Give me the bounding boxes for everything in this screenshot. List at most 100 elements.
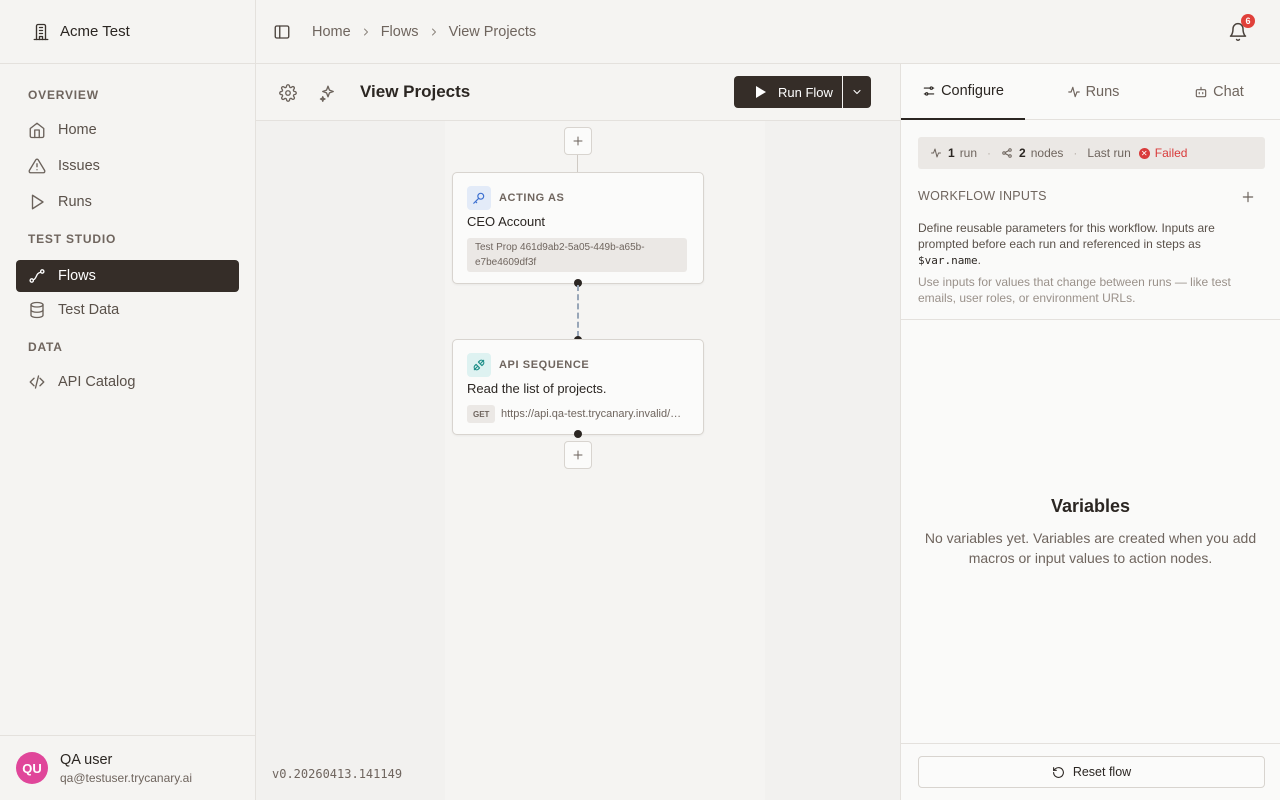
- connector-line: [577, 155, 578, 172]
- panel-footer: Reset flow: [901, 743, 1280, 800]
- sidebar-item-runs[interactable]: Runs: [16, 186, 239, 218]
- sidebar: Acme Test OVERVIEW Home Issues Runs TEST…: [0, 0, 256, 800]
- workflow-inputs-description: Define reusable parameters for this work…: [918, 220, 1238, 269]
- tab-label: Runs: [1085, 84, 1120, 100]
- runs-count: 1: [948, 146, 955, 160]
- reset-flow-button[interactable]: Reset flow: [918, 756, 1265, 788]
- flow-canvas[interactable]: ACTING AS CEO Account Test Prop 461d9ab2…: [256, 121, 900, 800]
- building-icon: [33, 23, 49, 40]
- flow-header: View Projects Run Flow: [256, 64, 900, 121]
- add-node-bottom-button[interactable]: [564, 441, 592, 469]
- sidebar-item-label: Runs: [58, 194, 92, 210]
- play-icon: [756, 86, 766, 98]
- http-method-badge: GET: [467, 405, 496, 423]
- description-suffix: .: [977, 253, 981, 267]
- sidebar-item-label: Test Data: [58, 302, 120, 318]
- top-bar: Home Flows View Projects 6: [256, 0, 1280, 64]
- nodes-label: nodes: [1030, 146, 1064, 160]
- runs-label: run: [959, 146, 978, 160]
- sidebar-item-api-catalog[interactable]: API Catalog: [16, 366, 239, 398]
- node-acting-as[interactable]: ACTING AS CEO Account Test Prop 461d9ab2…: [452, 172, 704, 284]
- chevron-right-icon: [431, 28, 436, 35]
- chevron-right-icon: [363, 28, 368, 35]
- node-icon-box: [467, 353, 491, 377]
- tab-runs[interactable]: Runs: [1033, 64, 1153, 120]
- status-badge: ✕ Failed: [1131, 146, 1188, 160]
- page-title: View Projects: [360, 82, 471, 101]
- rotate-ccw-icon: [1052, 766, 1064, 778]
- stats-separator: ·: [1073, 146, 1078, 160]
- sidebar-item-home[interactable]: Home: [16, 114, 239, 146]
- node-api-sequence[interactable]: API SEQUENCE Read the list of projects. …: [452, 339, 704, 435]
- activity-icon: [1067, 86, 1080, 98]
- plus-icon: [573, 136, 583, 146]
- section-title-data: DATA: [28, 340, 63, 354]
- node-url: https://api.qa-test.trycanary.invalid/us…: [501, 408, 687, 420]
- variables-empty-state: No variables yet. Variables are created …: [924, 530, 1257, 566]
- sparkles-icon[interactable]: [319, 84, 337, 102]
- sidebar-toggle-icon[interactable]: [273, 23, 291, 41]
- database-icon: [30, 301, 44, 319]
- user-info: QA user qa@testuser.trycanary.ai: [60, 752, 192, 785]
- sidebar-item-label: Home: [58, 122, 97, 138]
- sidebar-item-issues[interactable]: Issues: [16, 150, 239, 182]
- user-email: qa@testuser.trycanary.ai: [60, 770, 193, 785]
- breadcrumb-flows[interactable]: Flows: [381, 24, 419, 40]
- flow-stats: 1 run · 2 nodes · Last run ✕ Failed: [918, 137, 1265, 169]
- sidebar-item-test-data[interactable]: Test Data: [16, 294, 239, 326]
- node-icon-box: [467, 186, 491, 210]
- reset-flow-label: Reset flow: [1072, 765, 1132, 779]
- node-type-label: API SEQUENCE: [499, 359, 590, 371]
- stats-separator: ·: [987, 146, 992, 160]
- last-run-status: Failed: [1154, 146, 1188, 160]
- variables-title: Variables: [1050, 496, 1131, 516]
- divider: [901, 319, 1280, 320]
- sliders-icon: [923, 86, 935, 96]
- code-icon: [29, 375, 45, 389]
- plus-icon: [573, 450, 583, 460]
- node-type: ACTING AS: [467, 186, 565, 210]
- home-icon: [29, 122, 45, 139]
- warning-icon: [28, 158, 46, 174]
- workflow-inputs-hint: Use inputs for values that change betwee…: [918, 275, 1231, 305]
- run-flow-label: Run Flow: [778, 84, 833, 100]
- user-name: QA user: [60, 751, 113, 768]
- nodes-icon: [1002, 148, 1012, 158]
- panel-tabs: Configure Runs Chat: [901, 64, 1280, 120]
- node-type-label: ACTING AS: [499, 192, 565, 204]
- workflow-inputs-title: WORKFLOW INPUTS: [918, 189, 1047, 203]
- plus-icon[interactable]: [1241, 190, 1255, 204]
- key-icon: [473, 192, 485, 204]
- node-detail: Test Prop 461d9ab2-5a05-449b-a65b-e7be46…: [467, 238, 687, 272]
- activity-icon: [931, 148, 941, 158]
- avatar: QU: [16, 752, 48, 784]
- sidebar-item-label: Issues: [58, 158, 100, 174]
- gear-icon[interactable]: [279, 84, 297, 102]
- tab-label: Configure: [941, 83, 1004, 99]
- sidebar-item-flows[interactable]: Flows: [16, 260, 239, 292]
- var-syntax: $var.name: [918, 254, 978, 267]
- run-options-button[interactable]: [843, 76, 871, 108]
- nodes-count: 2: [1019, 146, 1026, 160]
- breadcrumb-current: View Projects: [448, 23, 537, 40]
- add-node-top-button[interactable]: [564, 127, 592, 155]
- tab-chat[interactable]: Chat: [1161, 64, 1277, 120]
- org-switcher[interactable]: Acme Test: [0, 0, 255, 64]
- breadcrumb-home[interactable]: Home: [312, 24, 351, 40]
- node-type: API SEQUENCE: [467, 353, 589, 377]
- run-flow-button[interactable]: Run Flow: [734, 76, 842, 108]
- tab-label: Chat: [1213, 84, 1244, 100]
- breadcrumb: Home Flows View Projects: [312, 24, 536, 40]
- plug-icon: [473, 359, 485, 371]
- user-menu[interactable]: QU QA user qa@testuser.trycanary.ai: [0, 735, 255, 800]
- section-title-overview: OVERVIEW: [28, 88, 99, 102]
- sidebar-item-label: Flows: [58, 268, 96, 284]
- node-title: Read the list of projects.: [467, 381, 607, 396]
- org-name: Acme Test: [60, 23, 130, 40]
- bot-icon: [1195, 86, 1207, 98]
- node-output-handle[interactable]: [574, 430, 582, 438]
- play-icon: [31, 194, 44, 210]
- description-text: Define reusable parameters for this work…: [918, 221, 1215, 251]
- node-title: CEO Account: [467, 214, 546, 229]
- tab-configure[interactable]: Configure: [901, 64, 1025, 120]
